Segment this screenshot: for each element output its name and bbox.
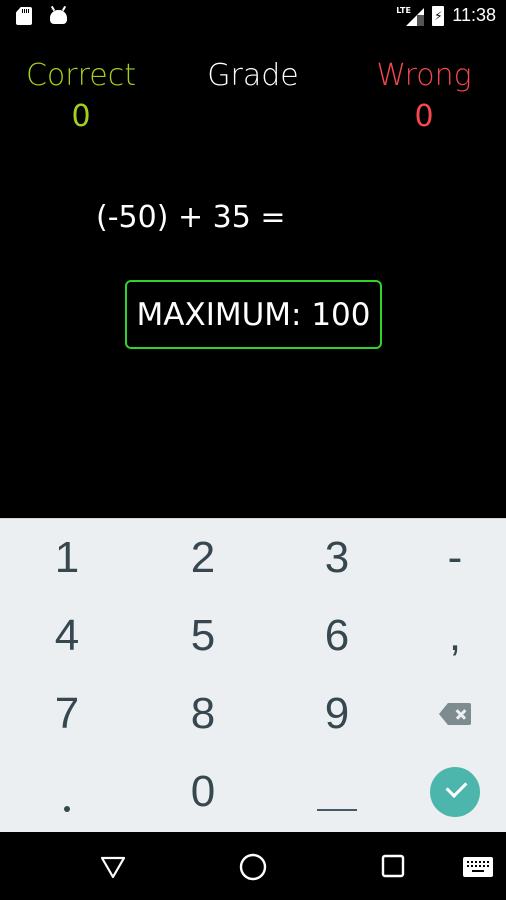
wrong-score: Wrong 0: [364, 58, 484, 134]
scoreboard: Correct 0 Grade Wrong 0: [0, 58, 506, 158]
key-3[interactable]: 3: [274, 519, 400, 597]
key-label: 0: [190, 767, 216, 816]
key-label: 5: [190, 611, 216, 660]
key-space[interactable]: [274, 753, 400, 831]
space-icon: [317, 809, 357, 811]
key-7[interactable]: 7: [4, 675, 130, 753]
decimal-point-icon: [64, 806, 70, 812]
key-6[interactable]: 6: [274, 597, 400, 675]
signal-strength-icon: [406, 7, 425, 26]
key-done[interactable]: [392, 753, 506, 831]
key-label: 6: [324, 611, 350, 660]
key-label: 2: [190, 533, 216, 582]
keyboard-switch-button[interactable]: [463, 857, 493, 877]
wrong-label: Wrong: [376, 58, 472, 93]
answer-placeholder: MAXIMUM: 100: [136, 296, 371, 333]
recents-button[interactable]: [381, 854, 405, 878]
android-debug-icon: [50, 10, 67, 24]
key-8[interactable]: 8: [140, 675, 266, 753]
key-1[interactable]: 1: [4, 519, 130, 597]
key-backspace[interactable]: [392, 675, 506, 753]
correct-label: Correct: [25, 58, 137, 93]
status-bar: LTE ⚡ 11:38: [0, 0, 506, 34]
key-label: 8: [190, 689, 216, 738]
numeric-keyboard: 1 2 3 - 4 5 6 , 7 8 9 0: [0, 518, 506, 832]
key-decimal[interactable]: [4, 753, 130, 831]
key-comma[interactable]: ,: [392, 597, 506, 675]
key-0[interactable]: 0: [140, 753, 266, 831]
backspace-icon: [439, 703, 471, 725]
key-label: 3: [324, 533, 350, 582]
math-problem: (-50) + 35 =: [96, 200, 286, 235]
wrong-count: 0: [414, 99, 434, 134]
status-left-icons: [16, 7, 67, 25]
checkmark-icon: [430, 767, 480, 817]
answer-input[interactable]: MAXIMUM: 100: [125, 280, 382, 349]
battery-charging-icon: ⚡: [432, 5, 445, 26]
correct-score: Correct 0: [20, 58, 142, 134]
back-icon: [100, 856, 126, 879]
grade-label: Grade: [207, 58, 299, 93]
key-label: 1: [54, 533, 80, 582]
key-4[interactable]: 4: [4, 597, 130, 675]
key-label: 7: [54, 689, 80, 738]
signal-icon: LTE: [396, 6, 425, 26]
key-label: 9: [324, 689, 350, 738]
key-2[interactable]: 2: [140, 519, 266, 597]
key-label: 4: [54, 611, 80, 660]
keyboard-switch-icon: [463, 857, 493, 877]
key-9[interactable]: 9: [274, 675, 400, 753]
grade-score: Grade: [196, 58, 310, 99]
clock: 11:38: [452, 5, 496, 25]
key-label: ,: [448, 611, 462, 660]
key-label: -: [447, 533, 463, 582]
navigation-bar: [0, 832, 506, 900]
recents-icon: [381, 854, 405, 878]
home-button[interactable]: [239, 853, 267, 881]
key-5[interactable]: 5: [140, 597, 266, 675]
key-minus[interactable]: -: [392, 519, 506, 597]
status-right-icons: LTE ⚡ 11:38: [396, 5, 496, 26]
correct-count: 0: [71, 99, 91, 134]
home-icon: [239, 853, 267, 881]
sd-card-icon: [16, 7, 32, 25]
